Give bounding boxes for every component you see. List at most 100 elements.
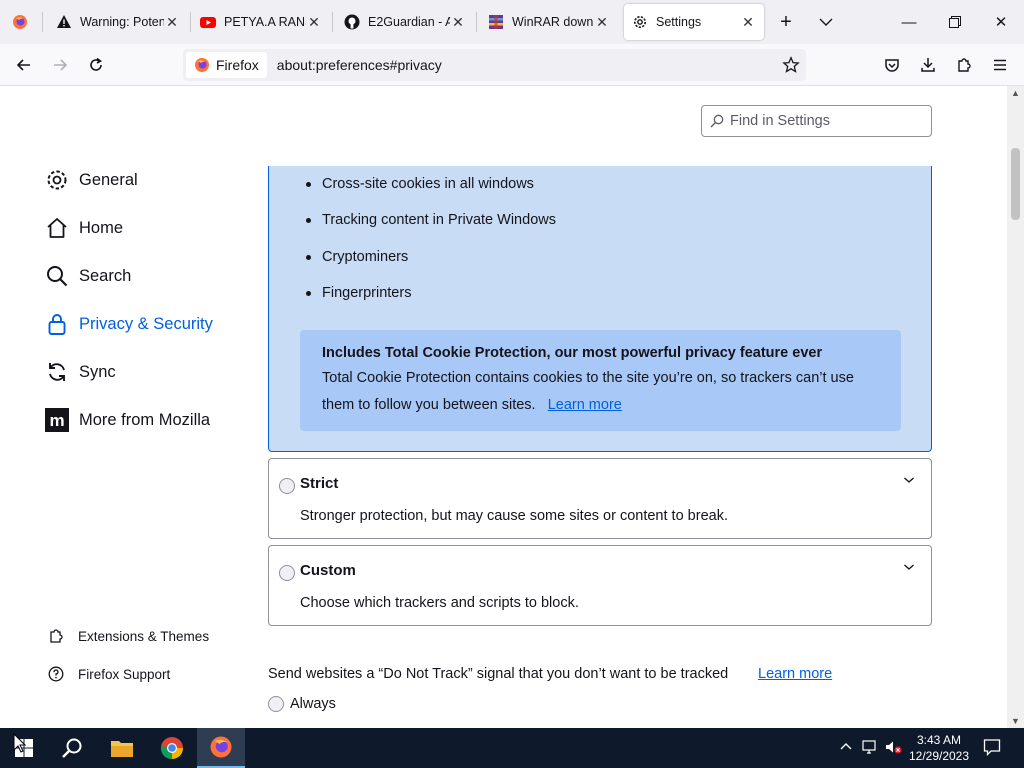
tab-winrar[interactable]: WinRAR downloa ✕ [480,4,618,40]
list-all-tabs-button[interactable] [804,0,848,44]
clock-date: 12/29/2023 [908,749,970,763]
downloads-button[interactable] [916,53,940,77]
dnt-always-radio[interactable] [268,696,284,712]
minimize-icon: — [901,13,917,31]
notifications-icon[interactable] [983,738,1001,759]
identity-label: Firefox [216,57,259,73]
url-input[interactable]: about:preferences#privacy [277,57,782,73]
maximize-button[interactable] [932,0,978,44]
reload-button[interactable] [84,53,108,77]
tab-warning[interactable]: Warning: Potenti ✕ [48,4,188,40]
gear-icon [634,16,646,28]
firefox-view-button[interactable] [0,4,42,40]
sidebar-item-label: Privacy & Security [79,314,213,333]
navigation-toolbar: Firefox about:preferences#privacy [0,44,1024,86]
taskbar-chrome[interactable] [148,728,196,768]
folder-icon [111,741,133,757]
custom-description: Choose which trackers and scripts to blo… [300,595,579,611]
dnt-always-option[interactable]: Always [268,696,336,712]
close-icon[interactable]: ✕ [594,14,610,31]
firefox-icon [210,736,232,758]
minimize-button[interactable]: — [886,0,932,44]
search-input[interactable]: Find in Settings [701,105,932,137]
tab-title: WinRAR downloa [512,15,594,29]
hamburger-menu-icon [994,59,1006,71]
search-placeholder: Find in Settings [730,113,830,129]
reload-icon [90,57,102,71]
taskbar-search-button[interactable] [48,728,96,768]
tab-settings[interactable]: Settings ✕ [624,4,764,40]
chevron-down-icon[interactable] [903,475,915,485]
plus-icon: + [780,10,792,33]
chrome-icon [160,737,183,760]
tab-strip: Warning: Potenti ✕ PETYA.A RANSOM ✕ E2Gu… [0,0,1024,44]
clock-time: 3:43 AM [916,733,962,747]
firefox-support-link[interactable]: Firefox Support [47,665,170,683]
volume-muted-icon[interactable] [885,740,903,757]
warning-icon [57,15,71,28]
tcp-learn-more-link[interactable]: Learn more [548,397,622,413]
custom-title: Custom [300,562,356,579]
strict-radio[interactable] [279,478,295,494]
close-icon[interactable]: ✕ [450,14,466,31]
footer-link-label: Firefox Support [78,666,171,682]
tab-e2guardian[interactable]: E2Guardian - Ad ✕ [336,4,474,40]
network-icon[interactable] [862,740,878,757]
scroll-thumb[interactable] [1011,148,1020,220]
page-scrollbar[interactable]: ▲ ▼ [1007,86,1024,728]
url-bar[interactable]: Firefox about:preferences#privacy [183,49,806,81]
close-icon: ✕ [994,14,1008,31]
extensions-button[interactable] [952,53,976,77]
scroll-down-icon[interactable]: ▼ [1007,714,1024,728]
search-icon [710,114,724,128]
sidebar-item-general[interactable]: General [45,168,138,192]
close-icon[interactable]: ✕ [164,14,180,31]
list-item: Tracking content in Private Windows [306,212,556,228]
close-window-button[interactable]: ✕ [978,0,1024,44]
back-button[interactable] [12,53,36,77]
pocket-button[interactable] [880,53,904,77]
custom-radio[interactable] [279,565,295,581]
app-menu-button[interactable] [988,53,1012,77]
bookmark-star-icon[interactable] [782,56,800,74]
close-icon[interactable]: ✕ [306,14,322,31]
sidebar-item-privacy[interactable]: Privacy & Security [45,312,213,336]
sidebar-item-search[interactable]: Search [45,264,131,288]
do-not-track-label: Send websites a “Do Not Track” signal th… [268,666,729,682]
sidebar-item-sync[interactable]: Sync [45,360,116,384]
dnt-learn-more-link[interactable]: Learn more [758,666,832,682]
chevron-up-icon[interactable] [839,740,853,757]
identity-box[interactable]: Firefox [186,52,267,78]
custom-option[interactable]: Custom Choose which trackers and scripts… [268,545,932,626]
close-icon[interactable]: ✕ [740,14,756,31]
dnt-always-label: Always [290,696,336,712]
home-icon [45,216,69,240]
tcp-title: Includes Total Cookie Protection, our mo… [322,345,823,361]
tab-petya[interactable]: PETYA.A RANSOM ✕ [192,4,330,40]
strict-title: Strict [300,475,339,492]
extensions-themes-link[interactable]: Extensions & Themes [47,627,209,645]
tcp-body: Total Cookie Protection contains cookies… [322,370,854,413]
tab-title: E2Guardian - Ad [368,15,450,29]
sidebar-item-mozilla[interactable]: m More from Mozilla [45,408,210,432]
firefox-icon [195,58,209,72]
sidebar-item-home[interactable]: Home [45,216,123,240]
chevron-down-icon[interactable] [903,562,915,572]
list-item: Cryptominers [306,249,408,265]
search-icon [62,738,82,758]
taskbar-firefox[interactable] [197,728,245,768]
scroll-up-icon[interactable]: ▲ [1007,86,1024,100]
sidebar-item-label: Sync [79,362,116,381]
strict-description: Stronger protection, but may cause some … [300,508,728,524]
strict-option[interactable]: Strict Stronger protection, but may caus… [268,458,932,539]
lock-icon [45,312,69,336]
system-clock[interactable]: 3:43 AM 12/29/2023 [906,732,972,764]
search-icon [45,264,69,288]
new-tab-button[interactable]: + [764,0,808,44]
tab-title: Warning: Potenti [80,15,164,29]
taskbar-file-explorer[interactable] [98,728,146,768]
pocket-icon [885,59,899,72]
list-item: Cross-site cookies in all windows [306,176,534,192]
download-icon [921,58,935,72]
forward-button[interactable] [48,53,72,77]
